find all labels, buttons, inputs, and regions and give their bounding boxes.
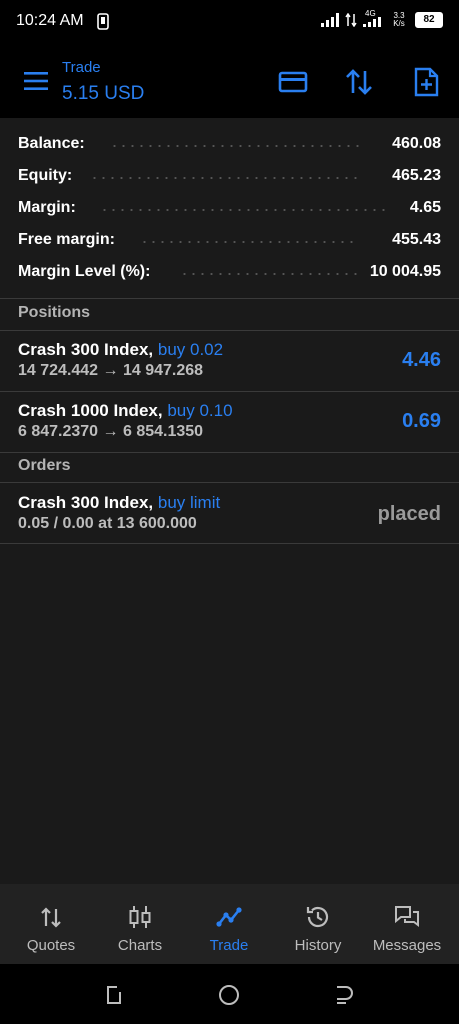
status-time: 10:24 AM xyxy=(16,12,84,29)
margin-row: Margin: 4.65 xyxy=(0,192,459,224)
bottom-nav: Quotes Charts Trade History Messages xyxy=(0,884,459,964)
position-side: buy 0.10 xyxy=(167,401,233,420)
trade-icon xyxy=(216,907,242,927)
free-margin-label: Free margin: xyxy=(18,231,115,248)
system-nav-bar xyxy=(0,964,459,1024)
nav-charts[interactable]: Charts xyxy=(95,884,185,964)
free-margin-value: 455.43 xyxy=(392,231,441,248)
position-row[interactable]: Crash 300 Index, buy 0.02 14 724.442 → 1… xyxy=(0,331,459,391)
balance-row: Balance: 460.08 xyxy=(0,128,459,160)
phone-icon xyxy=(97,13,109,30)
margin-level-value: 10 004.95 xyxy=(369,263,441,280)
margin-level-row: Margin Level (%): 10 004.95 xyxy=(0,256,459,288)
orders-header: Orders xyxy=(18,457,71,474)
equity-row: Equity: 465.23 xyxy=(0,160,459,192)
order-title: Crash 300 Index, buy limit xyxy=(18,493,220,513)
account-profit: 5.15 USD xyxy=(62,83,145,104)
nav-label: Charts xyxy=(117,937,163,954)
position-symbol: Crash 1000 Index, xyxy=(18,401,163,420)
nav-label: Quotes xyxy=(26,937,76,954)
margin-level-label: Margin Level (%): xyxy=(18,263,151,280)
charts-icon xyxy=(129,906,151,928)
app-bar: Trade 5.15 USD xyxy=(0,44,459,118)
network-speed: 3.3 K/s xyxy=(393,11,405,28)
equity-value: 465.23 xyxy=(392,167,441,184)
margin-value: 4.65 xyxy=(409,199,441,216)
nav-label: Messages xyxy=(372,937,442,954)
nav-label: Trade xyxy=(209,937,249,954)
sort-icon[interactable] xyxy=(343,66,375,98)
nav-trade[interactable]: Trade xyxy=(184,884,274,964)
back-icon[interactable] xyxy=(332,983,356,1007)
order-details: 0.05 / 0.00 at 13 600.000 xyxy=(18,515,197,532)
dot-leader xyxy=(110,145,359,147)
margin-label: Margin: xyxy=(18,199,76,216)
quotes-icon xyxy=(41,907,61,928)
order-row[interactable]: Crash 300 Index, buy limit 0.05 / 0.00 a… xyxy=(0,483,459,543)
position-side: buy 0.02 xyxy=(157,340,224,359)
dot-leader xyxy=(180,273,359,275)
menu-icon[interactable] xyxy=(24,72,48,90)
messages-icon xyxy=(395,906,419,927)
network-indicator: 4G xyxy=(363,9,383,27)
nav-history[interactable]: History xyxy=(273,884,363,964)
equity-label: Equity: xyxy=(18,167,73,184)
balance-label: Balance: xyxy=(18,135,85,152)
position-prices: 14 724.442 → 14 947.268 xyxy=(18,362,204,379)
position-prices: 6 847.2370 → 6 854.1350 xyxy=(18,423,204,440)
data-transfer-icon xyxy=(345,13,357,27)
new-order-icon[interactable] xyxy=(410,66,442,98)
status-bar: 10:24 AM 4G 3.3 K/s 82 xyxy=(0,0,459,44)
order-status: placed xyxy=(377,503,441,525)
nav-messages[interactable]: Messages xyxy=(362,884,452,964)
position-symbol: Crash 300 Index, xyxy=(18,340,154,359)
positions-header: Positions xyxy=(18,304,91,321)
divider xyxy=(0,543,459,544)
position-profit: 4.46 xyxy=(402,349,441,371)
position-profit: 0.69 xyxy=(402,410,441,432)
position-title: Crash 300 Index, buy 0.02 xyxy=(18,340,223,360)
dot-leader xyxy=(100,209,389,211)
page-title: Trade xyxy=(62,59,101,76)
position-row[interactable]: Crash 1000 Index, buy 0.10 6 847.2370 → … xyxy=(0,392,459,452)
order-symbol: Crash 300 Index, xyxy=(18,493,154,512)
signal-icon-2 xyxy=(363,17,381,27)
dot-leader xyxy=(140,241,359,243)
free-margin-row: Free margin: 455.43 xyxy=(0,224,459,256)
dot-leader xyxy=(90,177,359,179)
nav-quotes[interactable]: Quotes xyxy=(6,884,96,964)
battery-indicator: 82 xyxy=(415,12,443,28)
recent-apps-icon[interactable] xyxy=(102,983,126,1007)
history-icon xyxy=(306,906,329,928)
home-icon[interactable] xyxy=(217,983,241,1007)
divider xyxy=(0,298,459,299)
position-title: Crash 1000 Index, buy 0.10 xyxy=(18,401,233,421)
nav-label: History xyxy=(294,937,342,954)
signal-icon xyxy=(321,13,339,27)
balance-value: 460.08 xyxy=(392,135,441,152)
order-side: buy limit xyxy=(157,493,221,512)
payment-card-icon[interactable] xyxy=(277,66,309,98)
account-summary: Balance: 460.08 Equity: 465.23 Margin: 4… xyxy=(0,128,459,288)
divider xyxy=(0,452,459,453)
